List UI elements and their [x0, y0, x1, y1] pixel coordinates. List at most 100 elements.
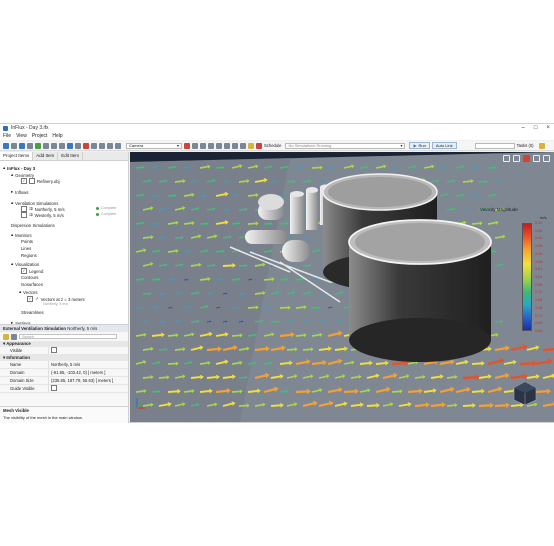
tree-item-refinery[interactable]: ✓ Refinery.obj [21, 178, 60, 184]
menu-help[interactable]: Help [52, 133, 62, 139]
reset-view-icon[interactable] [543, 155, 550, 162]
visibility-checkbox[interactable]: ✓ [21, 268, 27, 274]
settings-icon[interactable] [91, 142, 97, 149]
tree-item-streamlines[interactable]: Streamlines [21, 310, 44, 315]
view-front-icon[interactable] [208, 142, 214, 149]
camera-icon[interactable] [115, 142, 121, 149]
tree-item-sim-westerly[interactable]: ⇉ Westerly, 5 m/s [21, 212, 64, 218]
tab-add-item[interactable]: Add Item [33, 152, 59, 160]
vector-arrow [142, 348, 151, 351]
menu-view[interactable]: View [16, 133, 27, 139]
copy-icon[interactable] [43, 142, 49, 149]
tree-item-points[interactable]: Points [21, 239, 33, 244]
mesh-icon[interactable] [59, 142, 65, 149]
zoom-out-icon[interactable] [513, 155, 520, 162]
grid-icon[interactable] [51, 142, 57, 149]
expand-icon[interactable]: ▴ [11, 261, 13, 267]
vector-arrow [247, 279, 252, 281]
property-row-name: Name Northerly, 5 m/s [0, 361, 128, 369]
close-icon[interactable]: × [546, 124, 550, 132]
tab-edit-item[interactable]: Edit Item [58, 152, 84, 160]
tasks-label[interactable]: Tasks (0) [517, 143, 534, 148]
expand-icon[interactable]: ▴ [11, 232, 13, 238]
visibility-checkbox[interactable]: ✓ [21, 178, 27, 184]
vector-arrow [471, 194, 477, 197]
tree-item-root[interactable]: ▴ InFlux - Day 3 [3, 165, 35, 171]
minimize-icon[interactable]: – [522, 124, 525, 132]
schedule-label[interactable]: Schedule [264, 143, 281, 148]
measure-icon[interactable] [107, 142, 113, 149]
sort-icon[interactable] [11, 333, 17, 340]
rotate-icon[interactable] [533, 155, 540, 162]
expand-icon[interactable]: ▴ [3, 165, 5, 171]
tree-item-visualization[interactable]: ▴ Visualization [11, 261, 39, 267]
view-side-icon[interactable] [224, 142, 230, 149]
visible-checkbox[interactable] [51, 347, 57, 353]
probe-icon[interactable] [67, 142, 73, 149]
screenshot-icon[interactable] [192, 142, 198, 149]
tree-item-lines[interactable]: Lines [21, 246, 31, 251]
tree-item-legend[interactable]: ✓ Legend [21, 268, 43, 274]
vector-arrow [183, 390, 192, 393]
panel-tabs: Project Items Add Item Edit Item [0, 152, 128, 161]
layer-icon[interactable] [75, 142, 81, 149]
import-icon[interactable] [27, 142, 33, 149]
schedule-icon[interactable] [256, 142, 262, 149]
properties-header: External Ventilation Simulation Northerl… [0, 325, 128, 332]
view-iso-icon[interactable] [232, 142, 238, 149]
run-button[interactable]: ▶ Run [409, 142, 430, 149]
expand-icon[interactable]: ▴ [19, 289, 21, 295]
toolbar-search-field[interactable] [474, 142, 515, 149]
tree-item-vectors[interactable]: ▴ Vectors [19, 289, 38, 295]
record-icon[interactable] [184, 142, 190, 149]
add-icon[interactable] [35, 142, 41, 149]
zoom-in-icon[interactable] [503, 155, 510, 162]
maximize-icon[interactable]: □ [534, 124, 538, 132]
guide-visible-checkbox[interactable] [51, 385, 57, 391]
ortho-icon[interactable] [240, 142, 246, 149]
camera-select[interactable]: Camera ▾ [126, 142, 182, 149]
tree-item-inflows[interactable]: ▸ Inflows [11, 189, 29, 195]
tree-item-monitors[interactable]: ▴ Monitors [11, 232, 32, 238]
simulation-status-select[interactable]: No Simulations Running ▾ [285, 142, 406, 149]
tool-icon[interactable] [99, 142, 105, 149]
categorize-icon[interactable] [3, 333, 9, 340]
visibility-checkbox[interactable] [21, 212, 27, 218]
tree-item-contours[interactable]: Contours [21, 275, 38, 280]
simulation-status-value: No Simulations Running [288, 143, 332, 148]
tree-label: Streamlines [21, 310, 44, 315]
light-icon[interactable] [248, 142, 254, 149]
expand-icon[interactable]: ▴ [11, 200, 13, 206]
status-text: Complete [101, 212, 117, 216]
property-value[interactable]: (-91.95, -103.42, 0) [ meters ] [48, 369, 128, 376]
vector-arrow [222, 293, 227, 295]
vector-arrow [206, 320, 211, 323]
menu-project[interactable]: Project [32, 133, 48, 139]
auto-link-button[interactable]: Auto Link [431, 142, 457, 149]
pencil-icon[interactable] [538, 142, 545, 149]
properties-search-input[interactable]: Search [19, 334, 117, 339]
tree-item-isosurfaces[interactable]: Isosurfaces [21, 282, 43, 287]
property-value[interactable]: Northerly, 5 m/s [48, 361, 128, 368]
expand-icon[interactable]: ▴ [11, 172, 13, 178]
chevron-right-icon[interactable]: ▸ [11, 189, 13, 195]
save-icon[interactable] [19, 142, 25, 149]
visibility-checkbox[interactable]: ✓ [27, 296, 33, 302]
tab-project-items[interactable]: Project Items [0, 152, 34, 160]
delete-icon[interactable] [83, 142, 89, 149]
view-top-icon[interactable] [216, 142, 222, 149]
move-icon[interactable] [523, 155, 530, 162]
property-value[interactable]: (235.85, 187.79, 55.63) [ meters ] [48, 377, 128, 384]
vector-arrow [350, 376, 359, 379]
menu-file[interactable]: File [3, 133, 11, 139]
vector-arrow [142, 236, 151, 239]
open-icon[interactable] [11, 142, 17, 149]
new-icon[interactable] [3, 142, 9, 149]
3d-viewport[interactable]: Velocity Magnitude m/s 6.22 5.94 5.42 4.98 4… [130, 152, 554, 422]
window-title: InFlux - Day 3.ifx [11, 125, 49, 131]
orientation-cube-icon[interactable] [512, 380, 538, 406]
tree-item-dispersion[interactable]: Dispersion Simulations [11, 223, 55, 228]
vector-arrow [462, 208, 468, 211]
video-icon[interactable] [200, 142, 206, 149]
tree-item-regions[interactable]: Regions [21, 253, 37, 258]
